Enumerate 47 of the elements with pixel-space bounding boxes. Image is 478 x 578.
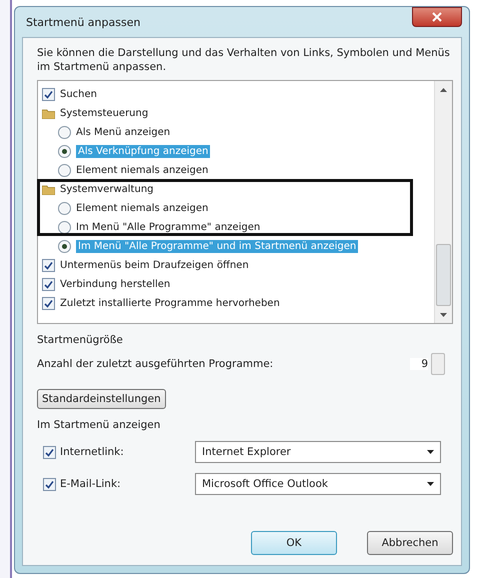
radio-button[interactable] — [58, 164, 71, 177]
option-label: Als Verknüpfung anzeigen — [76, 145, 210, 158]
radio-button[interactable] — [58, 221, 71, 234]
dropdown-arrow-icon — [427, 482, 434, 486]
section-heading: Startmenügröße — [37, 334, 124, 346]
scrollbar-thumb[interactable] — [436, 244, 451, 306]
scroll-down-icon[interactable] — [440, 312, 447, 316]
checkbox[interactable] — [43, 478, 56, 490]
checkbox[interactable] — [42, 88, 55, 101]
group-label: Systemverwaltung — [60, 184, 154, 195]
dialog-button[interactable]: OK — [251, 531, 337, 555]
scroll-up-icon[interactable] — [440, 88, 447, 92]
checkbox[interactable] — [42, 297, 55, 310]
radio-button[interactable] — [58, 126, 71, 139]
radio-button[interactable] — [58, 202, 71, 215]
folder-icon — [42, 108, 55, 119]
folder-icon — [42, 184, 55, 195]
option-label: Im Menü "Alle Programme" anzeigen — [76, 222, 260, 233]
close-icon — [432, 12, 442, 22]
checkbox[interactable] — [42, 259, 55, 272]
link-label: Internetlink: — [60, 446, 124, 458]
description-text: Sie können die Darstellung und das Verhalten von Links, Symbolen und Menüs im Startmenü anpassen. — [37, 46, 451, 74]
group-label: Systemsteuerung — [60, 108, 148, 119]
section-heading: Im Startmenü anzeigen — [37, 419, 162, 431]
dialog-button[interactable]: Abbrechen — [367, 531, 453, 555]
link-label: E-Mail-Link: — [60, 478, 121, 490]
defaults-button[interactable]: Standardeinstellungen — [37, 389, 166, 409]
scrollbar[interactable] — [434, 81, 452, 323]
count-value[interactable]: 9 — [410, 358, 428, 370]
option-label: Suchen — [60, 89, 98, 100]
radio-button[interactable] — [58, 240, 71, 253]
close-button[interactable] — [412, 7, 462, 27]
option-label: Element niemals anzeigen — [76, 203, 208, 214]
radio-button[interactable] — [58, 145, 71, 158]
checkbox[interactable] — [43, 446, 56, 458]
option-label: Zuletzt installierte Programme hervorheben — [60, 298, 280, 309]
window-title: Startmenü anpassen — [25, 16, 142, 28]
dropdown-arrow-icon — [427, 450, 434, 454]
program-dropdown[interactable]: Microsoft Office Outlook — [195, 473, 441, 495]
program-dropdown[interactable]: Internet Explorer — [195, 441, 441, 463]
option-label: Untermenüs beim Draufzeigen öffnen — [60, 260, 249, 271]
checkbox[interactable] — [42, 278, 55, 291]
count-label: Anzahl der zuletzt ausgeführten Programme: — [37, 358, 274, 370]
option-label: Als Menü anzeigen — [76, 127, 170, 138]
option-label: Element niemals anzeigen — [76, 165, 208, 176]
option-label: Im Menü "Alle Programme" und im Startmenü anzeigen — [76, 240, 358, 253]
option-label: Verbindung herstellen — [60, 279, 170, 290]
